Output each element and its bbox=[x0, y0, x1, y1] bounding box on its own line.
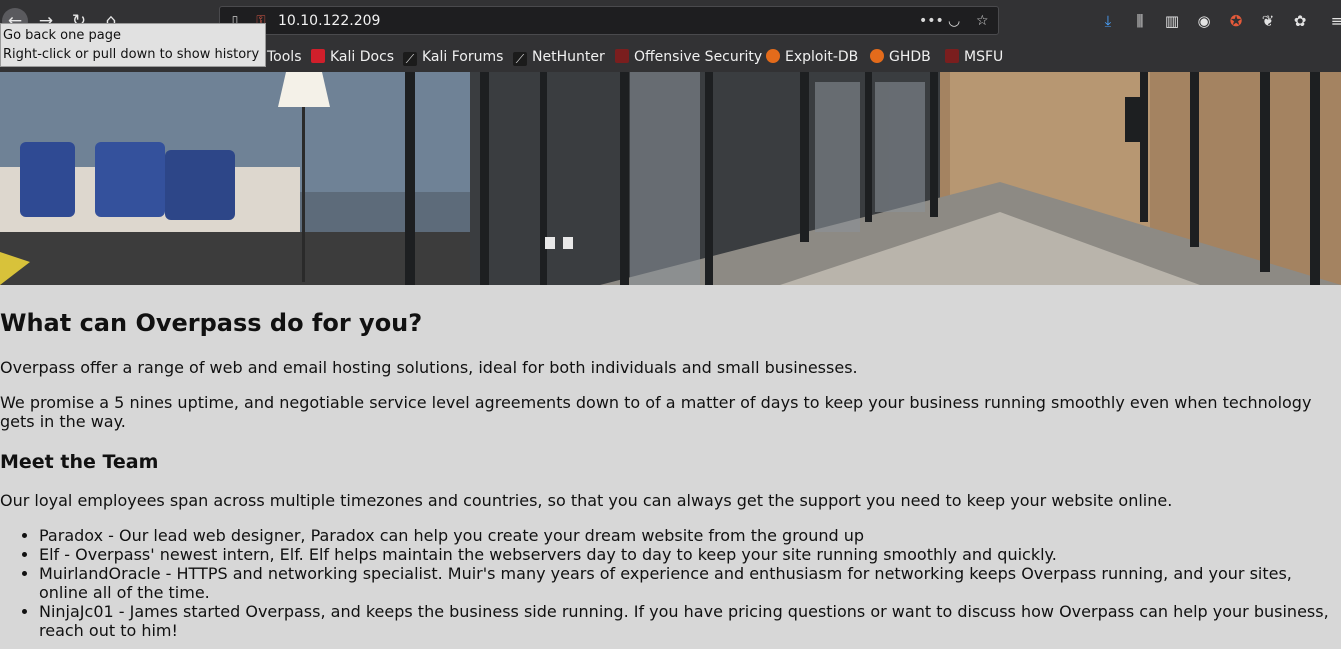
sidebar-icon[interactable]: ▥ bbox=[1161, 10, 1183, 32]
extension-icon[interactable]: ❦ bbox=[1257, 10, 1279, 32]
team-list: Paradox - Our lead web designer, Paradox… bbox=[0, 526, 1334, 640]
office-photo bbox=[0, 72, 1341, 285]
team-member-muirlandoracle: MuirlandOracle - HTTPS and networking sp… bbox=[39, 564, 1334, 602]
address-bar[interactable]: ▯ ⚿ 10.10.122.209 ••• ◡ ☆ bbox=[219, 6, 999, 35]
tooltip-line-1: Go back one page bbox=[3, 28, 121, 43]
msfu-icon bbox=[945, 49, 959, 63]
library-icon[interactable]: ⫼ bbox=[1129, 10, 1151, 32]
team-intro-paragraph: Our loyal employees span across multiple… bbox=[0, 491, 1173, 510]
bookmark-kali-docs[interactable]: Kali Docs bbox=[311, 48, 394, 66]
page-actions-icon[interactable]: ••• bbox=[919, 12, 944, 30]
nethunter-dragon-icon: ⟋ bbox=[513, 52, 527, 66]
bookmark-nethunter[interactable]: ⟋ NetHunter bbox=[513, 48, 605, 66]
kali-docs-icon bbox=[311, 49, 325, 63]
bookmark-msfu[interactable]: MSFU bbox=[945, 48, 1003, 66]
bookmark-star-icon[interactable]: ☆ bbox=[976, 12, 989, 30]
exploitdb-icon bbox=[766, 49, 780, 63]
offsec-icon bbox=[615, 49, 629, 63]
team-member-paradox: Paradox - Our lead web designer, Paradox… bbox=[39, 526, 1334, 545]
cookie-icon[interactable]: ✿ bbox=[1289, 10, 1311, 32]
url-text[interactable]: 10.10.122.209 bbox=[278, 12, 380, 30]
bookmark-kali-forums[interactable]: ⟋ Kali Forums bbox=[403, 48, 503, 66]
team-member-ninjajc01: NinjaJc01 - James started Overpass, and … bbox=[39, 602, 1334, 640]
back-button-tooltip: Go back one page Right-click or pull dow… bbox=[0, 23, 266, 67]
promise-paragraph: We promise a 5 nines uptime, and negotia… bbox=[0, 393, 1312, 431]
menu-icon[interactable]: ≡ bbox=[1326, 10, 1341, 32]
bookmark-exploit-db[interactable]: Exploit-DB bbox=[766, 48, 858, 66]
account-icon[interactable]: ◉ bbox=[1193, 10, 1215, 32]
downloads-icon[interactable]: ⤓ bbox=[1097, 10, 1119, 32]
intro-paragraph: Overpass offer a range of web and email … bbox=[0, 358, 858, 377]
office-hero-image bbox=[0, 72, 1341, 285]
team-heading: Meet the Team bbox=[0, 451, 159, 473]
kali-dragon-icon: ⟋ bbox=[403, 52, 417, 66]
page-title: What can Overpass do for you? bbox=[0, 309, 423, 337]
foxyproxy-icon[interactable]: ✪ bbox=[1225, 10, 1247, 32]
bookmark-offensive-security[interactable]: Offensive Security bbox=[615, 48, 762, 66]
tooltip-line-2: Right-click or pull down to show history bbox=[3, 47, 260, 62]
bookmark-tools[interactable]: Tools bbox=[267, 48, 302, 66]
pocket-icon[interactable]: ◡ bbox=[948, 12, 960, 30]
team-member-elf: Elf - Overpass' newest intern, Elf. Elf … bbox=[39, 545, 1334, 564]
bookmark-ghdb[interactable]: GHDB bbox=[870, 48, 931, 66]
ghdb-icon bbox=[870, 49, 884, 63]
